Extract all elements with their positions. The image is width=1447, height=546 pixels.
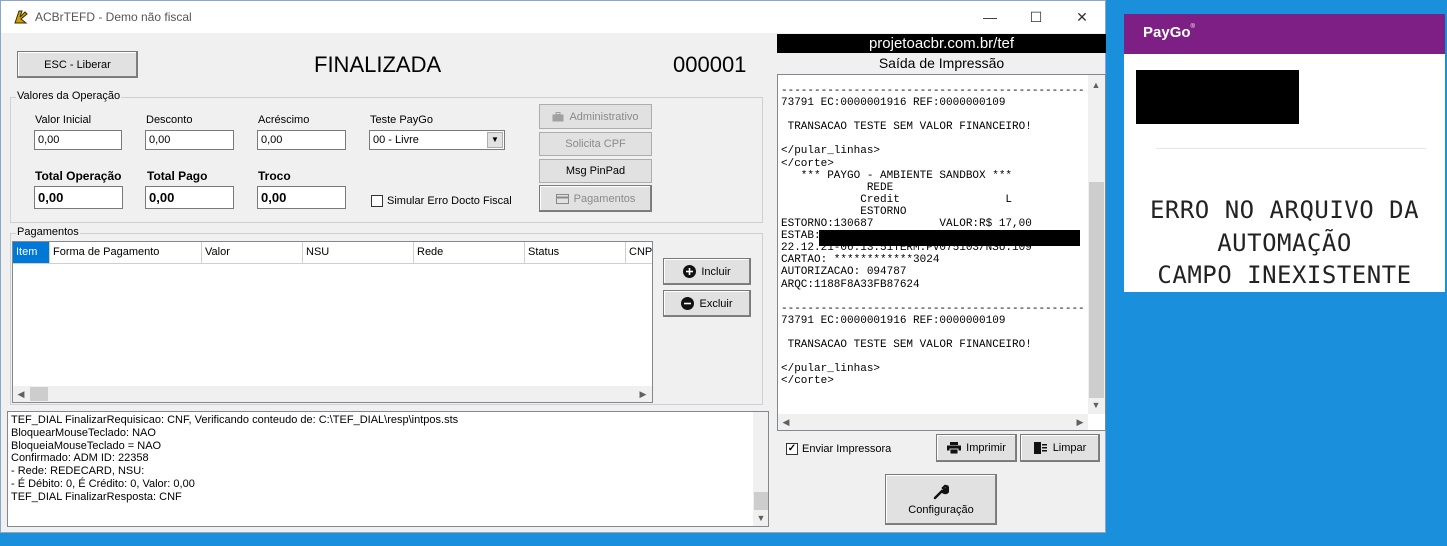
column-header-rede[interactable]: Rede [414, 242, 525, 264]
column-header-cnpj[interactable]: CNPJ [626, 242, 652, 264]
status-label: FINALIZADA [314, 52, 442, 77]
log-line: - Rede: REDECARD, NSU: [11, 465, 145, 478]
acrescimo-label: Acréscimo [258, 114, 310, 126]
app-icon [14, 10, 28, 24]
paygo-panel: PayGo® ERRO NO ARQUIVO DA AUTOMAÇÃO CAMP… [1124, 14, 1445, 292]
maximize-button[interactable]: ☐ [1013, 1, 1059, 33]
simular-erro-checkbox[interactable] [371, 195, 383, 207]
close-button[interactable]: ✕ [1059, 1, 1105, 33]
pagamentos-button[interactable]: Pagamentos [539, 185, 652, 212]
saida-impressao-title: Saída de Impressão [878, 55, 1005, 71]
valor-inicial-label: Valor Inicial [35, 114, 92, 126]
column-header-forma[interactable]: Forma de Pagamento [50, 242, 202, 264]
title-bar: ACBrTEFD - Demo não fiscal — ☐ ✕ [1, 1, 1105, 33]
administrativo-button[interactable]: Administrativo [539, 104, 652, 129]
paygo-message-line: ERRO NO ARQUIVO DA [1149, 196, 1420, 224]
column-header-item[interactable]: Item [13, 242, 50, 264]
log-line: BloquearMouseTeclado: NAO [11, 426, 156, 439]
acrescimo-input[interactable]: 0,00 [257, 130, 346, 150]
limpar-button[interactable]: Limpar [1020, 434, 1100, 462]
receipt-scroll-thumb[interactable] [1089, 182, 1104, 398]
total-pago-field[interactable]: 0,00 [145, 186, 234, 209]
receipt-horizontal-scrollbar[interactable]: ◀ ▶ [778, 414, 1088, 430]
scroll-left-icon[interactable]: ◀ [13, 386, 29, 402]
teste-paygo-select[interactable]: 00 - Livre ▼ [369, 130, 505, 150]
troco-field[interactable]: 0,00 [257, 186, 346, 209]
excluir-button[interactable]: Excluir [663, 290, 751, 317]
log-line: TEF_DIAL FinalizarResposta: CNF [11, 490, 182, 503]
site-banner: projetoacbr.com.br/tef [777, 34, 1106, 53]
paygo-message-line: CAMPO INEXISTENTE [1157, 261, 1412, 289]
enviar-impressora-label: Enviar Impressora [802, 443, 892, 455]
valor-inicial-input[interactable]: 0,00 [34, 130, 122, 150]
total-operacao-field[interactable]: 0,00 [34, 186, 123, 209]
window-title: ACBrTEFD - Demo não fiscal [35, 10, 192, 24]
plus-circle-icon [683, 265, 697, 278]
esc-liberar-button[interactable]: ESC - Liberar [17, 51, 138, 78]
log-line: - É Débito: 0, É Crédito: 0, Valor: 0,00 [11, 477, 195, 490]
limpar-label: Limpar [1052, 442, 1087, 454]
minus-circle-icon [681, 297, 695, 310]
scroll-right-icon[interactable]: ▶ [1072, 414, 1088, 430]
chevron-down-icon[interactable]: ▼ [487, 132, 503, 148]
column-header-nsu[interactable]: NSU [303, 242, 414, 264]
excluir-label: Excluir [699, 297, 733, 310]
configuracao-button[interactable]: Configuração [885, 474, 997, 525]
msg-pinpad-button[interactable]: Msg PinPad [539, 159, 652, 183]
operation-counter: 000001 [673, 52, 747, 77]
main-window: ACBrTEFD - Demo não fiscal — ☐ ✕ ESC - L… [0, 0, 1106, 533]
incluir-button[interactable]: Incluir [663, 258, 751, 285]
desconto-input[interactable]: 0,00 [145, 130, 234, 150]
paygo-message-line: AUTOMAÇÃO [1217, 229, 1352, 257]
wrench-icon [933, 484, 949, 499]
simular-erro-label: Simular Erro Docto Fiscal [387, 195, 512, 207]
pagamentos-group-label: Pagamentos [16, 226, 80, 238]
briefcase-icon [552, 111, 564, 121]
receipt-output[interactable]: ----------------------------------------… [777, 74, 1106, 431]
log-line: TEF_DIAL FinalizarRequisicao: CNF, Verif… [11, 414, 459, 426]
table-horizontal-scrollbar[interactable]: ◀ ▶ [13, 386, 652, 402]
minimize-button[interactable]: — [967, 1, 1013, 33]
log-scroll-thumb[interactable] [754, 492, 768, 510]
scroll-right-icon[interactable]: ▶ [635, 386, 651, 402]
scroll-thumb[interactable] [30, 387, 48, 401]
scroll-up-icon[interactable]: ▲ [1088, 77, 1104, 93]
valores-group-label: Valores da Operação [16, 90, 122, 102]
enviar-impressora-checkbox[interactable]: ✓ [786, 443, 798, 455]
teste-paygo-label: Teste PayGo [370, 114, 433, 126]
imprimir-label: Imprimir [966, 442, 1006, 454]
configuracao-label: Configuração [908, 503, 974, 516]
receipt-vertical-scrollbar[interactable]: ▲ ▼ [1088, 75, 1105, 414]
paygo-header: PayGo® [1124, 14, 1445, 54]
scroll-left-icon[interactable]: ◀ [778, 414, 794, 430]
redacted-block [819, 230, 1080, 246]
column-header-status[interactable]: Status [525, 242, 626, 264]
redacted-block [1136, 70, 1299, 124]
log-line: Confirmado: ADM ID: 22358 [11, 452, 149, 465]
desconto-label: Desconto [146, 114, 193, 126]
imprimir-button[interactable]: Imprimir [936, 434, 1017, 462]
incluir-label: Incluir [701, 265, 731, 278]
administrativo-label: Administrativo [569, 110, 639, 123]
eraser-icon [1033, 442, 1047, 454]
log-memo[interactable]: TEF_DIAL FinalizarRequisicao: CNF, Verif… [7, 411, 769, 527]
credit-card-icon [555, 193, 569, 204]
total-pago-label: Total Pago [147, 169, 208, 183]
divider [1156, 148, 1426, 149]
total-operacao-label: Total Operação [35, 169, 122, 183]
printer-icon [947, 442, 962, 454]
pagamentos-button-label: Pagamentos [573, 192, 636, 205]
pagamentos-table[interactable]: Item Forma de Pagamento Valor NSU Rede S… [12, 241, 653, 403]
log-line: BloqueiaMouseTeclado = NAO [11, 439, 162, 452]
log-vertical-scrollbar[interactable]: ▼ [753, 412, 768, 526]
column-header-valor[interactable]: Valor [202, 242, 303, 264]
troco-label: Troco [258, 169, 291, 183]
teste-paygo-value: 00 - Livre [373, 134, 419, 146]
solicita-cpf-button[interactable]: Solicita CPF [539, 132, 652, 156]
scroll-down-icon[interactable]: ▼ [753, 510, 768, 526]
paygo-logo: PayGo® [1143, 24, 1195, 41]
scroll-down-icon[interactable]: ▼ [1088, 397, 1104, 413]
